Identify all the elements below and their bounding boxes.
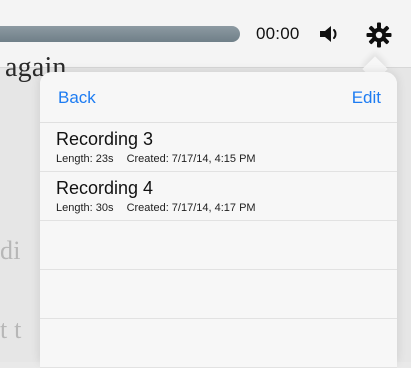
background-text-line: di <box>0 236 21 265</box>
recording-length: Length: 23s <box>56 153 114 165</box>
back-button[interactable]: Back <box>58 88 96 108</box>
empty-row <box>40 221 397 270</box>
recordings-list: Recording 3 Length: 23s Created: 7/17/14… <box>40 123 397 368</box>
recording-created: Created: 7/17/14, 4:15 PM <box>126 153 256 165</box>
recording-meta: Length: 23s Created: 7/17/14, 4:15 PM <box>56 153 256 165</box>
background-text-line: t t <box>0 315 22 344</box>
progress-track[interactable] <box>0 26 240 42</box>
recording-row[interactable]: Recording 4 Length: 30s Created: 7/17/14… <box>40 172 397 221</box>
recordings-popover: Back Edit Recording 3 Length: 23s Create… <box>40 72 397 368</box>
popover-navbar: Back Edit <box>40 72 397 123</box>
speaker-icon[interactable] <box>318 24 344 44</box>
recording-created: Created: 7/17/14, 4:17 PM <box>126 202 256 214</box>
gear-icon[interactable] <box>366 22 392 48</box>
recording-title: Recording 3 <box>56 129 154 149</box>
recording-length: Length: 30s <box>56 202 114 214</box>
recording-row[interactable]: Recording 3 Length: 23s Created: 7/17/14… <box>40 123 397 172</box>
recording-title: Recording 4 <box>56 178 154 198</box>
edit-button[interactable]: Edit <box>352 88 381 108</box>
empty-row <box>40 270 397 319</box>
time-readout: 00:00 <box>256 24 300 43</box>
empty-row <box>40 319 397 368</box>
recording-meta: Length: 30s Created: 7/17/14, 4:17 PM <box>56 202 256 214</box>
